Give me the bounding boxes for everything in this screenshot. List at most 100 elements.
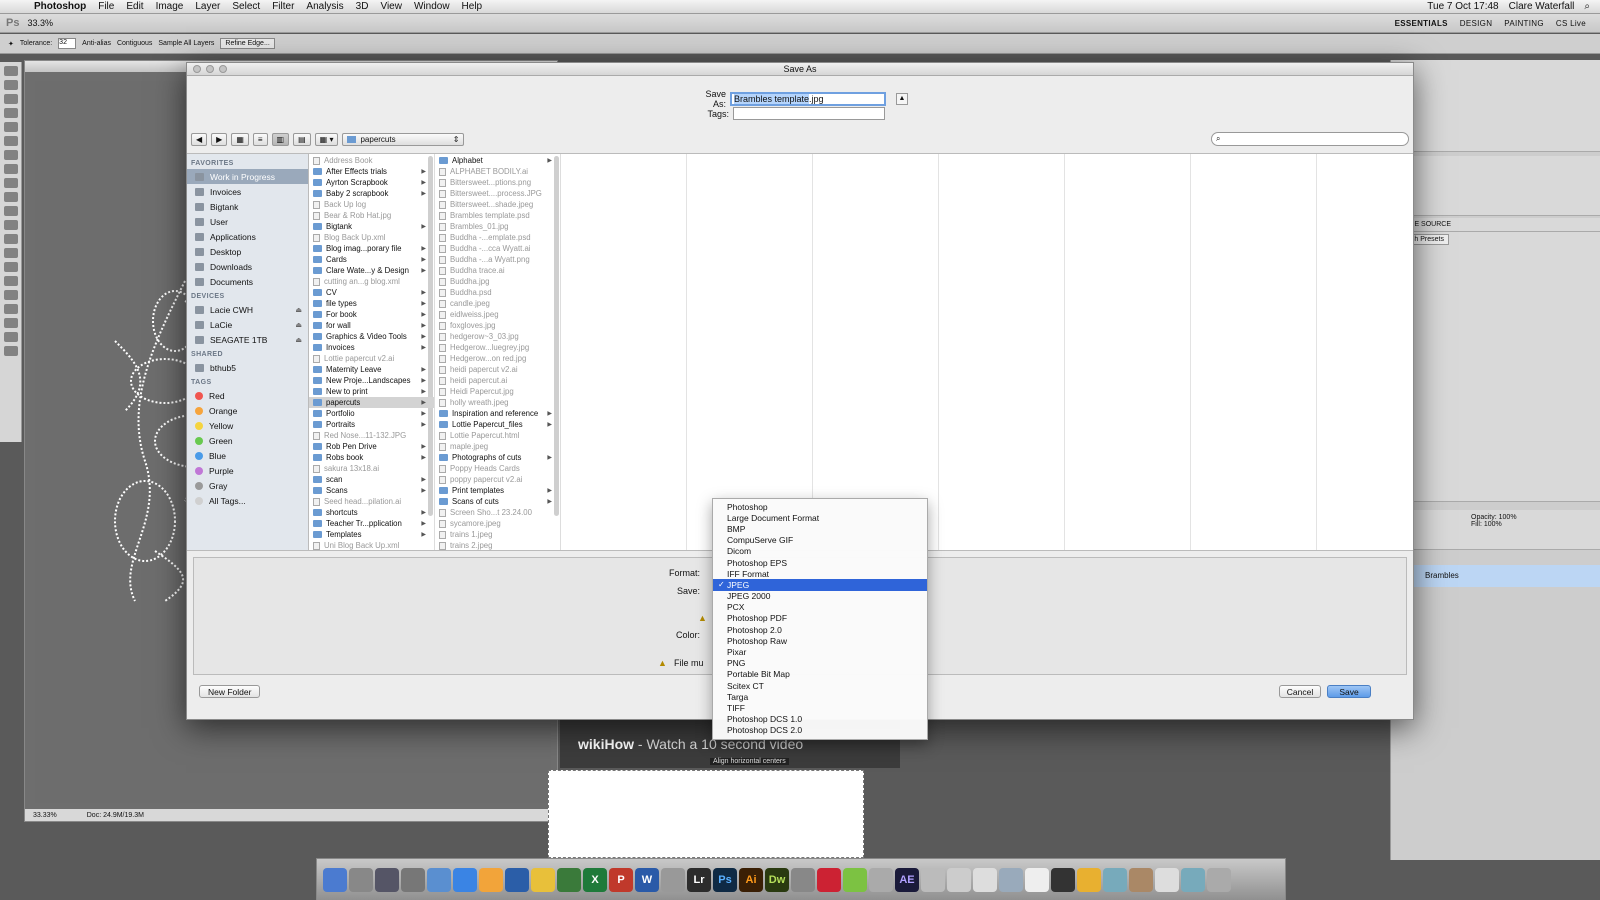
opacity-value[interactable]: 100% — [1499, 514, 1517, 521]
sidebar-item-bigtank[interactable]: Bigtank — [187, 199, 308, 214]
sidebar-item-lacie-cwh[interactable]: Lacie CWH ⏏ — [187, 302, 308, 317]
file-row[interactable]: Screen Sho...t 23.24.00 — [435, 507, 560, 518]
file-row[interactable]: Bittersweet...ptions.png — [435, 177, 560, 188]
folder-row[interactable]: papercuts ▶ — [309, 397, 434, 408]
shape-tool-icon[interactable] — [4, 304, 18, 314]
folder-row[interactable]: New to print ▶ — [309, 386, 434, 397]
new-folder-button[interactable]: New Folder — [199, 685, 261, 698]
file-row[interactable]: Uni Blog Back Up.xml — [309, 540, 434, 550]
folder-row[interactable]: Maternity Leave ▶ — [309, 364, 434, 375]
menu-app[interactable]: Photoshop — [28, 1, 92, 12]
folder-row[interactable]: Cards ▶ — [309, 254, 434, 265]
sidebar-tag-all-tags-[interactable]: All Tags... — [187, 493, 308, 508]
file-row[interactable]: sakura 13x18.ai — [309, 463, 434, 474]
file-row[interactable]: Red Nose...11-132.JPG — [309, 430, 434, 441]
folder-row[interactable]: for wall ▶ — [309, 320, 434, 331]
lightroom-icon[interactable]: Lr — [687, 867, 711, 892]
eraser-tool-icon[interactable] — [4, 206, 18, 216]
format-option-dicom[interactable]: Dicom — [713, 546, 927, 557]
excel-icon[interactable]: X — [583, 867, 607, 892]
folder-row[interactable]: Templates ▶ — [309, 529, 434, 540]
launchpad-icon[interactable] — [401, 867, 425, 892]
file-row[interactable]: Hedgerow...on red.jpg — [435, 353, 560, 364]
format-option-jpeg[interactable]: ✓ JPEG — [713, 579, 927, 591]
menu-filter[interactable]: Filter — [266, 1, 300, 12]
file-row[interactable]: trains 2.jpeg — [435, 540, 560, 550]
antialias-checkbox[interactable]: Anti-alias — [82, 40, 111, 47]
utility-icon[interactable] — [661, 867, 685, 892]
3d-tool-icon[interactable] — [4, 318, 18, 328]
folder-row[interactable]: Rob Pen Drive ▶ — [309, 441, 434, 452]
folder-row[interactable]: Portraits ▶ — [309, 419, 434, 430]
photos-icon[interactable] — [557, 867, 581, 892]
folder-row[interactable]: For book ▶ — [309, 309, 434, 320]
sidebar-item-seagate[interactable]: SEAGATE 1TB ⏏ — [187, 332, 308, 347]
format-option-pcx[interactable]: PCX — [713, 602, 927, 613]
blur-tool-icon[interactable] — [4, 234, 18, 244]
folder-icon[interactable] — [1103, 867, 1127, 892]
folder-row[interactable]: Lottie Papercut_files ▶ — [435, 419, 560, 430]
file-row[interactable]: poppy papercut v2.ai — [435, 474, 560, 485]
file-row[interactable]: foxgloves.jpg — [435, 320, 560, 331]
folder-row[interactable]: Inspiration and reference ▶ — [435, 408, 560, 419]
lasso-tool-icon[interactable] — [4, 94, 18, 104]
file-row[interactable]: Seed head...pilation.ai — [309, 496, 434, 507]
imovie-icon[interactable] — [505, 867, 529, 892]
sidebar-tag-gray[interactable]: Gray — [187, 478, 308, 493]
dialog-titlebar[interactable]: Save As — [187, 63, 1413, 76]
file-row[interactable]: eidlweiss.jpeg — [435, 309, 560, 320]
format-option-photoshop-pdf[interactable]: Photoshop PDF — [713, 613, 927, 624]
brush-tool-icon[interactable] — [4, 164, 18, 174]
downloads-folder-icon[interactable] — [1181, 867, 1205, 892]
graduation-icon[interactable] — [1051, 867, 1075, 892]
folder-row[interactable]: Blog imag...porary file ▶ — [309, 243, 434, 254]
file-row[interactable]: Brambles template.psd — [435, 210, 560, 221]
folder-row[interactable]: Bigtank ▶ — [309, 221, 434, 232]
save-as-input[interactable]: Brambles template.jpg — [730, 92, 886, 106]
sidebar-item-user[interactable]: User — [187, 214, 308, 229]
file-row[interactable]: Buddha.jpg — [435, 276, 560, 287]
sidebar-tag-blue[interactable]: Blue — [187, 448, 308, 463]
folder-row[interactable]: Graphics & Video Tools ▶ — [309, 331, 434, 342]
file-row[interactable]: Buddha -...cca Wyatt.ai — [435, 243, 560, 254]
folder-row[interactable]: Baby 2 scrapbook ▶ — [309, 188, 434, 199]
cs-live[interactable]: CS Live — [1556, 19, 1586, 28]
trash-icon[interactable] — [1207, 867, 1231, 892]
folder-row[interactable]: scan ▶ — [309, 474, 434, 485]
home-icon[interactable] — [1129, 867, 1153, 892]
file-row[interactable]: Lottie Papercut.html — [435, 430, 560, 441]
workspace-essentials[interactable]: ESSENTIALS — [1395, 19, 1448, 28]
file-row[interactable]: Poppy Heads Cards — [435, 463, 560, 474]
textedit-icon[interactable] — [973, 867, 997, 892]
back-button[interactable]: ◀ — [191, 132, 208, 146]
tags-input[interactable] — [733, 107, 885, 120]
folder-row[interactable]: Print templates ▶ — [435, 485, 560, 496]
preview-icon[interactable] — [349, 867, 373, 892]
vlc-icon[interactable] — [479, 867, 503, 892]
format-option-scitex-ct[interactable]: Scitex CT — [713, 680, 927, 691]
green-app-icon[interactable] — [843, 867, 867, 892]
contiguous-checkbox[interactable]: Contiguous — [117, 40, 152, 47]
history-brush-tool-icon[interactable] — [4, 192, 18, 202]
clock[interactable]: Tue 7 Oct 17:48 — [1427, 1, 1498, 12]
format-option-photoshop-eps[interactable]: Photoshop EPS — [713, 557, 927, 568]
spotlight-icon[interactable]: ⌕ — [1584, 1, 1590, 12]
sidebar-tag-yellow[interactable]: Yellow — [187, 418, 308, 433]
file-row[interactable]: trains 1.jpeg — [435, 529, 560, 540]
coverflow-view-button[interactable]: ▤ — [293, 132, 311, 146]
help-icon-2[interactable] — [947, 867, 971, 892]
clone-stamp-tool-icon[interactable] — [4, 178, 18, 188]
format-option-compuserve-gif[interactable]: CompuServe GIF — [713, 535, 927, 546]
crop-tool-icon[interactable] — [4, 122, 18, 132]
sidebar-tag-orange[interactable]: Orange — [187, 403, 308, 418]
calendar-icon[interactable] — [1025, 867, 1049, 892]
file-row[interactable]: sycamore.jpeg — [435, 518, 560, 529]
folder-row[interactable]: Ayrton Scrapbook ▶ — [309, 177, 434, 188]
format-option-png[interactable]: PNG — [713, 658, 927, 669]
file-row[interactable]: heidi papercut v2.ai — [435, 364, 560, 375]
column-view-button[interactable]: ▥ — [271, 132, 290, 146]
fill-value[interactable]: 100% — [1484, 521, 1502, 528]
folder-row[interactable]: CV ▶ — [309, 287, 434, 298]
format-option-portable-bit-map[interactable]: Portable Bit Map — [713, 669, 927, 680]
sidebar-item-documents[interactable]: Documents — [187, 274, 308, 289]
